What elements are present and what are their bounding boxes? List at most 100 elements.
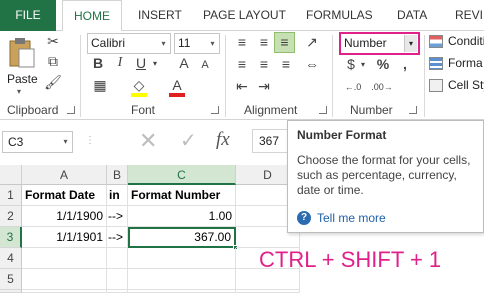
row-header-1[interactable]: 1 <box>0 185 22 206</box>
chevron-down-icon: ▾ <box>17 87 22 96</box>
number-group-label: Number <box>350 103 393 117</box>
column-header-c[interactable]: C <box>128 165 236 185</box>
number-format-tooltip: Number Format Choose the format for your… <box>287 120 484 233</box>
chevron-down-icon[interactable]: ▾ <box>150 56 160 72</box>
chevron-down-icon: ▾ <box>63 137 68 146</box>
borders-icon[interactable]: ▦ <box>90 77 110 93</box>
fill-color-icon[interactable]: ◇ <box>130 77 148 93</box>
cell-c4[interactable] <box>128 248 236 269</box>
tab-review[interactable]: REVIE <box>455 0 484 31</box>
conditional-formatting-icon <box>429 35 443 48</box>
font-size-value: 11 <box>178 36 191 50</box>
name-box[interactable]: C3 ▾ <box>2 131 73 153</box>
font-size-select[interactable]: 11 ▾ <box>174 33 220 54</box>
name-box-value: C3 <box>8 135 24 149</box>
cell-b2[interactable]: --> <box>107 206 128 227</box>
cell-a5[interactable] <box>22 269 107 290</box>
formula-input[interactable]: 367 <box>252 129 288 153</box>
italic-button[interactable]: I <box>113 55 127 71</box>
clipboard-group-label: Clipboard <box>7 103 59 117</box>
comma-style-button[interactable]: , <box>398 56 412 72</box>
bottom-align-icon[interactable]: ≡ <box>274 32 295 53</box>
tab-formulas[interactable]: FORMULAS <box>306 0 373 31</box>
row-header-3[interactable]: 3 <box>0 227 22 248</box>
paste-button[interactable]: Paste ▾ <box>4 35 38 97</box>
middle-align-icon[interactable]: ≡ <box>255 34 273 50</box>
chevron-down-icon: ▾ <box>404 35 417 52</box>
shrink-font-button[interactable]: A <box>198 57 212 73</box>
tooltip-body: Choose the format for your cells, such a… <box>297 153 471 197</box>
number-launcher-icon[interactable] <box>409 106 417 114</box>
number-format-select[interactable]: Number ▾ <box>339 32 420 55</box>
align-left-icon[interactable]: ≡ <box>233 56 251 72</box>
formula-value: 367 <box>259 134 280 148</box>
number-format-value: Number <box>344 36 387 50</box>
cancel-icon[interactable]: ✕ <box>139 129 157 153</box>
conditional-formatting-label: Conditi <box>448 34 484 48</box>
cell-styles-icon <box>429 79 443 92</box>
clipboard-launcher-icon[interactable] <box>67 106 75 114</box>
font-launcher-icon[interactable] <box>211 106 219 114</box>
table-icon <box>429 57 443 70</box>
select-all-corner[interactable] <box>0 165 22 185</box>
tell-me-more-label: Tell me more <box>317 211 386 225</box>
font-color-button[interactable]: A <box>168 77 186 93</box>
column-header-a[interactable]: A <box>22 165 107 185</box>
grow-font-button[interactable]: A <box>176 55 192 71</box>
help-icon: ? <box>297 211 311 225</box>
chevron-down-icon: ▾ <box>210 39 215 48</box>
tab-page-layout[interactable]: PAGE LAYOUT <box>203 0 286 31</box>
align-right-icon[interactable]: ≡ <box>277 56 295 72</box>
cell-a4[interactable] <box>22 248 107 269</box>
cell-a1[interactable]: Format Date <box>22 185 107 206</box>
cell-c2[interactable]: 1.00 <box>128 206 236 227</box>
copy-icon[interactable]: ⧉ <box>44 53 62 69</box>
tab-file[interactable]: FILE <box>0 0 56 31</box>
tab-insert[interactable]: INSERT <box>138 0 182 31</box>
row-header-2[interactable]: 2 <box>0 206 22 227</box>
orientation-icon[interactable]: ↗ <box>303 34 321 50</box>
tab-data[interactable]: DATA <box>397 0 427 31</box>
insert-function-button[interactable]: fx <box>216 128 230 152</box>
currency-format-button[interactable]: $ <box>344 56 358 72</box>
cell-c1[interactable]: Format Number <box>128 185 236 206</box>
alignment-group-label: Alignment <box>244 103 298 117</box>
cell-a3[interactable]: 1/1/1901 <box>22 227 107 248</box>
column-header-b[interactable]: B <box>107 165 128 185</box>
font-color-swatch <box>169 93 185 97</box>
bold-button[interactable]: B <box>91 55 105 71</box>
font-name-value: Calibri <box>91 36 126 50</box>
group-separator <box>332 35 333 117</box>
cell-b1[interactable]: in <box>107 185 128 206</box>
merge-center-icon[interactable]: ⇔ <box>303 56 321 72</box>
enter-icon[interactable]: ✓ <box>180 129 197 153</box>
font-name-select[interactable]: Calibri ▾ <box>87 33 171 54</box>
cell-b5[interactable] <box>107 269 128 290</box>
align-center-icon[interactable]: ≡ <box>255 56 273 72</box>
cell-c3[interactable]: 367.00 <box>128 227 236 248</box>
shortcut-annotation: CTRL + SHIFT + 1 <box>259 247 442 272</box>
cell-c5[interactable] <box>128 269 236 290</box>
ribbon: Paste ▾ ✂ ⧉ 🖌 Clipboard Calibri ▾ 11 ▾ B… <box>0 31 484 120</box>
cell-b3[interactable]: --> <box>107 227 128 248</box>
underline-button[interactable]: U <box>134 55 148 71</box>
decrease-decimal-icon[interactable]: .00→ <box>371 79 393 95</box>
cut-icon[interactable]: ✂ <box>44 33 62 49</box>
cell-a2[interactable]: 1/1/1900 <box>22 206 107 227</box>
alignment-launcher-icon[interactable] <box>319 106 327 114</box>
percent-style-button[interactable]: % <box>374 56 392 72</box>
group-separator <box>80 35 81 117</box>
row-header-4[interactable]: 4 <box>0 248 22 269</box>
group-separator <box>424 35 425 117</box>
group-separator <box>225 35 226 117</box>
cell-b4[interactable] <box>107 248 128 269</box>
decrease-indent-icon[interactable]: ⇤ <box>233 78 251 94</box>
chevron-down-icon[interactable]: ▾ <box>358 57 368 73</box>
increase-indent-icon[interactable]: ⇥ <box>255 78 273 94</box>
format-painter-icon[interactable]: 🖌 <box>44 74 62 90</box>
increase-decimal-icon[interactable]: ←.0 <box>342 79 364 95</box>
top-align-icon[interactable]: ≡ <box>233 34 251 50</box>
row-header-5[interactable]: 5 <box>0 269 22 290</box>
tab-home[interactable]: HOME <box>62 0 122 32</box>
paste-label: Paste <box>7 72 38 86</box>
